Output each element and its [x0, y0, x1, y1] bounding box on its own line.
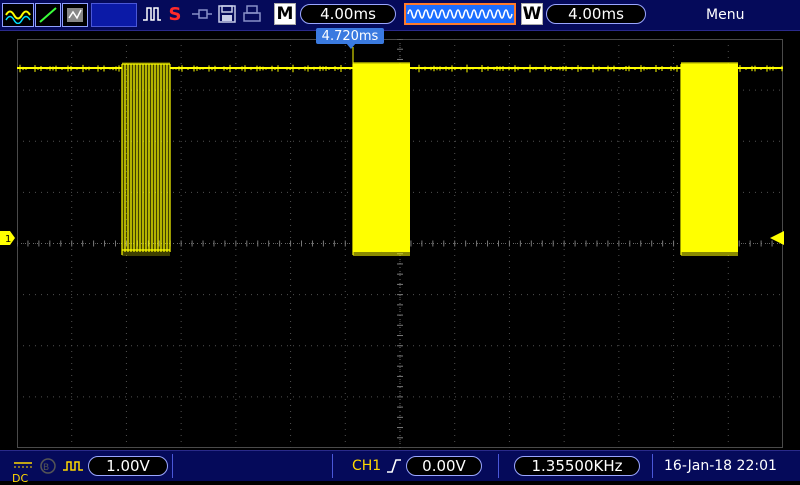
trigger-channel-label: CH1	[352, 458, 382, 474]
waveform-icon[interactable]	[2, 3, 34, 27]
top-toolbar: S M 4.00ms W 4.00ms Menu	[0, 0, 800, 31]
trigger-level-display[interactable]: 0.00V	[406, 456, 482, 476]
window-w-button[interactable]: W	[521, 3, 543, 25]
dc-label: DC	[12, 472, 29, 485]
separator	[332, 454, 333, 478]
waveform-burst-fill	[353, 62, 410, 256]
waveform-burst-fill	[122, 62, 170, 256]
separator	[652, 454, 653, 478]
separator	[172, 454, 173, 478]
probe-icon[interactable]	[190, 3, 214, 25]
bottom-status-bar: DC B 1.00V CH1 0.00V 1.35500KHz 16-Jan-1…	[0, 450, 800, 484]
pulse-icon[interactable]	[141, 3, 163, 25]
print-icon[interactable]	[241, 3, 263, 25]
volts-per-div-display[interactable]: 1.00V	[88, 456, 168, 476]
channel-1-marker-label: 1	[5, 234, 11, 245]
timebase-display[interactable]: 4.00ms	[300, 4, 396, 24]
waveform-svg	[17, 39, 783, 448]
trigger-time-arrow	[346, 43, 356, 49]
channel-1-marker[interactable]: 1	[0, 230, 16, 250]
separator	[498, 454, 499, 478]
stop-icon[interactable]: S	[166, 3, 184, 25]
frequency-counter-display[interactable]: 1.35500KHz	[514, 456, 640, 476]
waveform-display	[17, 39, 783, 448]
trigger-level-marker[interactable]	[770, 230, 784, 250]
save-icon[interactable]	[216, 3, 238, 25]
line-icon[interactable]	[35, 3, 61, 27]
bandwidth-limit-icon[interactable]: B	[38, 457, 58, 475]
menu-button[interactable]: Menu	[706, 7, 744, 23]
mode-m-button[interactable]: M	[274, 3, 296, 25]
dc-coupling-icon[interactable]: DC	[12, 454, 34, 484]
datetime-display: 16-Jan-18 22:01	[664, 458, 777, 474]
scope-mode-box	[91, 3, 137, 27]
invert-icon[interactable]	[62, 457, 84, 475]
zoom-window-icon[interactable]	[404, 3, 516, 25]
svg-text:B: B	[43, 463, 49, 473]
window-timebase-display[interactable]: 4.00ms	[546, 4, 646, 24]
persistence-icon[interactable]	[62, 3, 88, 27]
waveform-burst-fill	[681, 62, 738, 256]
trigger-time-tag: 4.720ms	[316, 28, 384, 44]
rising-edge-icon[interactable]	[386, 457, 402, 475]
